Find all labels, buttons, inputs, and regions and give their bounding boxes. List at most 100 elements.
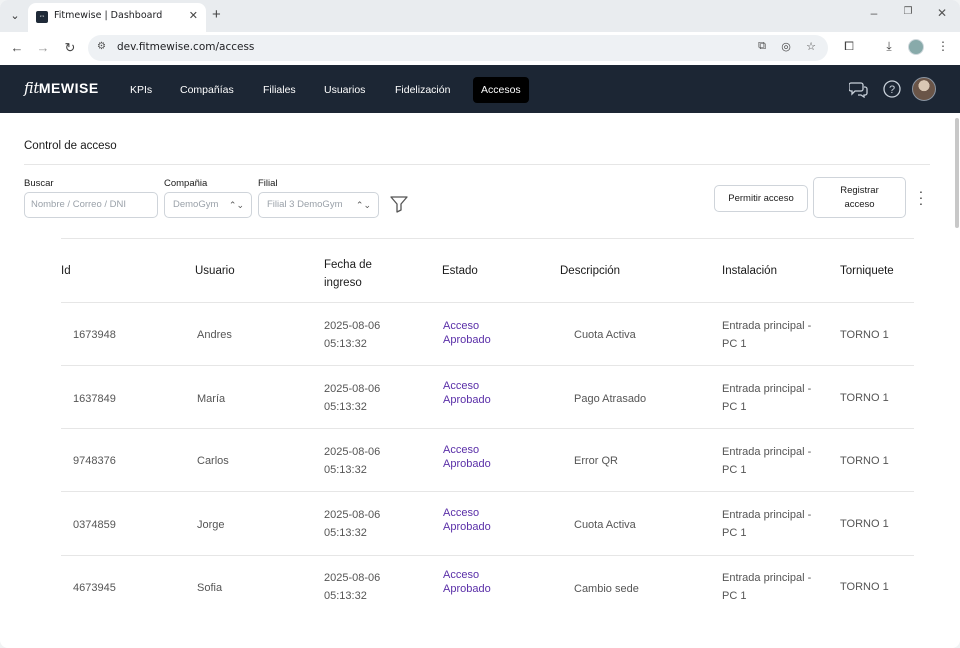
search-input[interactable]: Nombre / Correo / DNI <box>24 192 158 218</box>
profile-icon[interactable] <box>908 39 924 55</box>
nav-kpis[interactable]: KPIs <box>122 77 160 103</box>
header-id: Id <box>61 265 71 277</box>
cell-hora: 05:13:32 <box>324 338 367 350</box>
cell-fecha: 2025-08-06 <box>324 320 381 332</box>
browser-menu-icon[interactable]: ⋮ <box>934 39 952 53</box>
nav-usuarios[interactable]: Usuarios <box>316 77 373 103</box>
cell-usuario: María <box>197 393 226 405</box>
tab-search-icon[interactable]: ⌄ <box>6 7 24 25</box>
nav-filiales[interactable]: Filiales <box>255 77 304 103</box>
header-fecha: Fecha de ingreso <box>324 259 372 289</box>
cell-instalacion: Entrada principal - PC 1 <box>722 320 812 350</box>
nav-fidelizacion[interactable]: Fidelización <box>387 77 458 103</box>
cell-descripcion: Cuota Activa <box>574 329 636 341</box>
extensions-icon[interactable]: ⧠ <box>840 39 858 54</box>
cell-id: 0374859 <box>73 519 116 531</box>
cell-torniquete: TORNO 1 <box>840 581 889 593</box>
tab-title: Fitmewise | Dashboard <box>54 10 163 21</box>
cell-torniquete: TORNO 1 <box>840 329 889 341</box>
cell-id: 1673948 <box>73 329 116 341</box>
cell-hora: 05:13:32 <box>324 464 367 476</box>
cell-usuario: Andres <box>197 329 232 341</box>
cell-torniquete: TORNO 1 <box>840 455 889 467</box>
page-title: Control de acceso <box>24 140 117 152</box>
header-estado: Estado <box>442 265 478 277</box>
compania-label: Compañia <box>164 178 208 189</box>
filial-select[interactable]: Filial 3 DemoGym ⌃⌄ <box>258 192 379 218</box>
favicon-icon: ⇔ <box>36 11 48 23</box>
cell-instalacion: Entrada principal - PC 1 <box>722 383 812 413</box>
help-icon[interactable]: ? <box>882 80 902 98</box>
header-torniquete: Torniquete <box>840 265 894 277</box>
reload-icon[interactable]: ↻ <box>61 39 79 57</box>
registrar-acceso-button[interactable]: Registrar acceso <box>813 177 906 218</box>
cell-instalacion: Entrada principal - PC 1 <box>722 509 812 539</box>
window-close-icon[interactable]: ✕ <box>932 6 952 20</box>
table-top-border <box>61 238 914 239</box>
cell-id: 1637849 <box>73 393 116 405</box>
cell-fecha: 2025-08-06 <box>324 446 381 458</box>
address-bar[interactable]: ⚙ dev.fitmewise.com/access ⧉ ◎ ☆ <box>88 35 828 61</box>
header-usuario: Usuario <box>195 265 235 277</box>
cell-instalacion: Entrada principal - PC 1 <box>722 572 812 602</box>
bookmark-star-icon[interactable]: ☆ <box>803 40 819 53</box>
select-arrows-icon: ⌃⌄ <box>355 200 371 210</box>
nav-companias[interactable]: Compañías <box>172 77 242 103</box>
more-options-icon[interactable]: · · · <box>916 184 926 210</box>
filial-value: Filial 3 DemoGym <box>267 199 343 210</box>
header-descripcion: Descripción <box>560 265 621 277</box>
cell-estado: Acceso Aprobado <box>443 320 491 346</box>
row-divider <box>61 491 914 492</box>
cell-torniquete: TORNO 1 <box>840 518 889 530</box>
close-tab-icon[interactable]: ✕ <box>189 9 198 22</box>
fitmewise-logo[interactable]: fitMEWISE <box>24 79 99 97</box>
translate-icon[interactable]: ⧉ <box>754 40 770 53</box>
title-divider <box>24 164 930 165</box>
row-divider <box>61 365 914 366</box>
cell-fecha: 2025-08-06 <box>324 383 381 395</box>
cell-estado: Acceso Aprobado <box>443 444 491 470</box>
cell-fecha: 2025-08-06 <box>324 572 381 584</box>
compania-select[interactable]: DemoGym ⌃⌄ <box>164 192 252 218</box>
minimize-icon[interactable]: – <box>864 6 884 20</box>
cell-hora: 05:13:32 <box>324 401 367 413</box>
cell-estado: Acceso Aprobado <box>443 569 491 595</box>
cell-estado: Acceso Aprobado <box>443 380 491 406</box>
cell-descripcion: Cuota Activa <box>574 519 636 531</box>
user-avatar[interactable] <box>912 77 936 101</box>
cell-id: 9748376 <box>73 455 116 467</box>
browser-toolbar: ← → ↻ ⚙ dev.fitmewise.com/access ⧉ ◎ ☆ ⧠… <box>0 32 960 65</box>
cell-usuario: Sofia <box>197 582 223 594</box>
permitir-acceso-button[interactable]: Permitir acceso <box>714 185 808 212</box>
cell-hora: 05:13:32 <box>324 590 367 602</box>
restore-icon[interactable]: ❐ <box>898 6 918 17</box>
filter-icon[interactable] <box>389 194 409 214</box>
cell-usuario: Jorge <box>197 519 225 531</box>
chat-icon[interactable] <box>849 80 869 98</box>
buscar-label: Buscar <box>24 178 54 189</box>
cell-descripcion: Cambio sede <box>574 583 639 595</box>
eye-off-icon[interactable]: ◎ <box>778 40 794 53</box>
new-tab-icon[interactable]: + <box>212 6 221 23</box>
app-header: fitMEWISE KPIs Compañías Filiales Usuari… <box>0 65 960 113</box>
tab-strip: ⌄ ⇔ Fitmewise | Dashboard ✕ + – ❐ ✕ <box>0 0 960 32</box>
url-text[interactable]: dev.fitmewise.com/access <box>117 41 254 53</box>
cell-descripcion: Pago Atrasado <box>574 393 647 405</box>
back-icon[interactable]: ← <box>8 39 26 57</box>
browser-window: ⌄ ⇔ Fitmewise | Dashboard ✕ + – ❐ ✕ ← → … <box>0 0 960 648</box>
cell-instalacion: Entrada principal - PC 1 <box>722 446 812 476</box>
nav-accesos[interactable]: Accesos <box>473 77 529 103</box>
filial-label: Filial <box>258 178 278 189</box>
cell-hora: 05:13:32 <box>324 527 367 539</box>
svg-text:?: ? <box>889 84 895 96</box>
cell-fecha: 2025-08-06 <box>324 509 381 521</box>
page-scrollbar[interactable] <box>955 118 959 228</box>
row-divider <box>61 302 914 303</box>
site-info-icon[interactable]: ⚙ <box>97 41 106 52</box>
compania-value: DemoGym <box>173 199 219 210</box>
cell-estado: Acceso Aprobado <box>443 507 491 533</box>
download-icon[interactable]: ⤓ <box>880 39 898 54</box>
forward-icon[interactable]: → <box>34 39 52 57</box>
browser-tab[interactable]: ⇔ Fitmewise | Dashboard ✕ <box>28 3 206 32</box>
header-instalacion: Instalación <box>722 265 777 277</box>
